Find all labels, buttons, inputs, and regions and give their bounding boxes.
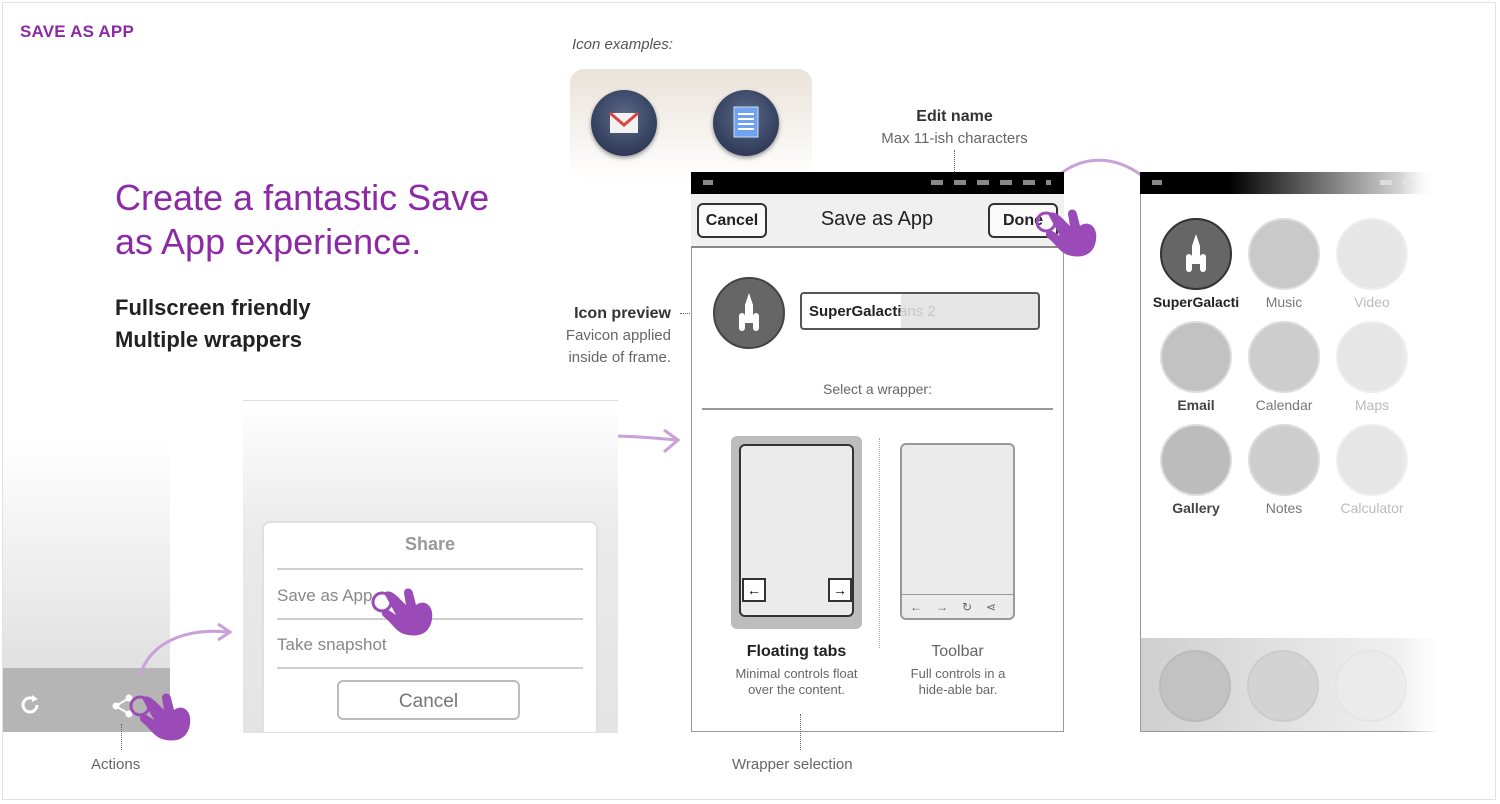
app-icon-calculator[interactable]: [1336, 424, 1408, 496]
icon-preview-annotation: Icon preview Favicon applied inside of f…: [540, 303, 671, 369]
back-arrow-icon: ←: [742, 578, 766, 602]
icon-preview-sub1: Favicon applied: [565, 327, 671, 344]
icon-preview-sub2: inside of frame.: [568, 349, 671, 366]
divider: [277, 568, 583, 570]
icon-preview: [713, 277, 785, 349]
app-icon-supergalacti[interactable]: [1160, 218, 1232, 290]
divider: [277, 667, 583, 669]
app-icon-email[interactable]: [1160, 321, 1232, 393]
hand-pointer-icon: [381, 588, 433, 636]
wrapper-desc-floating-tabs: Minimal controls float over the content.: [735, 666, 858, 697]
wrapper-name-floating-tabs: Floating tabs: [746, 643, 847, 660]
divider: [702, 408, 1053, 410]
app-name-input[interactable]: SuperGalacti ans 2: [800, 292, 1040, 330]
wrapper-divider: [879, 438, 880, 648]
menu-item-save-as-app[interactable]: Save as App: [277, 586, 372, 606]
edit-name-annotation: Edit name Max 11-ish characters: [872, 106, 1037, 150]
app-icon-calendar[interactable]: [1248, 321, 1320, 393]
wrapper-option-floating-tabs[interactable]: ← →: [731, 436, 862, 629]
select-wrapper-label: Select a wrapper:: [823, 381, 932, 397]
app-icon-gallery[interactable]: [1160, 424, 1232, 496]
dialog-title: Save as App: [820, 208, 934, 230]
rocket-icon: [739, 293, 759, 331]
menu-item-take-snapshot[interactable]: Take snapshot: [277, 635, 387, 655]
app-icon-video[interactable]: [1336, 218, 1408, 290]
app-icon-music[interactable]: [1248, 218, 1320, 290]
app-icon-maps[interactable]: [1336, 321, 1408, 393]
rocket-icon: [1186, 234, 1206, 272]
app-name-value: SuperGalacti: [809, 303, 902, 320]
home-dock: [1141, 638, 1436, 731]
cancel-button[interactable]: Cancel: [697, 203, 767, 238]
app-label: Notes: [1265, 500, 1303, 516]
app-label: Calendar: [1255, 397, 1313, 413]
share-title: Share: [404, 534, 456, 554]
status-bar: [691, 172, 1064, 194]
icon-preview-title: Icon preview: [574, 305, 671, 322]
edit-name-sub: Max 11-ish characters: [881, 130, 1028, 147]
edit-name-title: Edit name: [916, 108, 993, 125]
wrapper-selection-leader: [800, 714, 801, 750]
app-label: Music: [1265, 294, 1303, 310]
fade-edge: [1400, 172, 1440, 732]
wrapper-option-toolbar[interactable]: ←→↻⋖: [900, 443, 1015, 620]
app-name-overflow: ans 2: [899, 303, 936, 320]
wrapper-desc-toolbar: Full controls in a hide-able bar.: [910, 666, 1006, 697]
dock-icon[interactable]: [1247, 650, 1319, 722]
forward-arrow-icon: →: [828, 578, 852, 602]
home-status-bar: [1140, 172, 1436, 194]
toolbar-controls: ←→↻⋖: [902, 594, 1013, 618]
app-icon-notes[interactable]: [1248, 424, 1320, 496]
wrapper-selection-label: Wrapper selection: [732, 756, 853, 773]
dock-icon[interactable]: [1159, 650, 1231, 722]
dock-icon[interactable]: [1335, 650, 1407, 722]
app-label: SuperGalacti: [1152, 294, 1240, 310]
share-cancel-button[interactable]: Cancel: [337, 680, 520, 720]
hand-pointer-icon: [1045, 209, 1097, 257]
app-label: Email: [1177, 397, 1215, 413]
app-label: Gallery: [1172, 500, 1220, 516]
wrapper-name-toolbar: Toolbar: [931, 643, 984, 660]
